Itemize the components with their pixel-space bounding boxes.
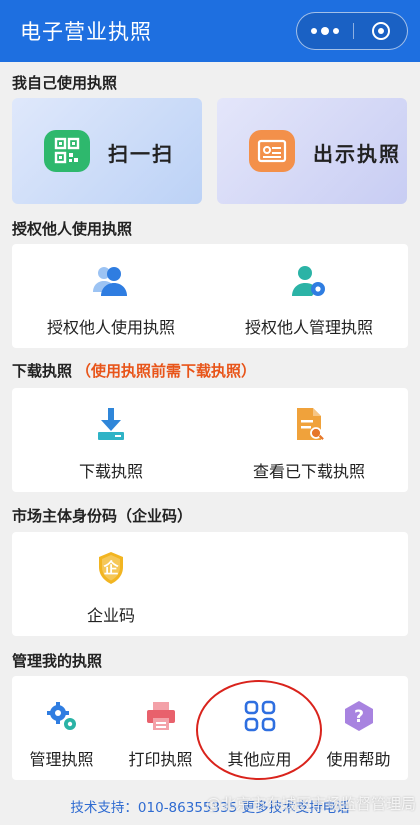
app-header: 电子营业执照	[0, 0, 420, 62]
printer-icon	[144, 700, 178, 736]
enterprise-code-panel: 企 企业码	[12, 532, 408, 636]
more-dot-icon	[321, 27, 329, 35]
users-icon	[92, 264, 130, 302]
svg-text:?: ?	[354, 707, 364, 727]
scan-label: 扫一扫	[108, 142, 174, 166]
section-title-download: 下载执照 （使用执照前需下载执照）	[12, 360, 256, 381]
download-note: （使用执照前需下载执照）	[76, 362, 257, 380]
download-license-button[interactable]: 下载执照	[12, 388, 210, 492]
user-settings-icon	[290, 264, 328, 302]
authorize-panel: 授权他人使用执照 授权他人管理执照	[12, 244, 408, 348]
apps-grid-icon	[243, 700, 277, 736]
download-icon	[95, 406, 127, 446]
other-apps-label: 其他应用	[227, 750, 292, 769]
section-title-self-use: 我自己使用执照	[12, 74, 118, 92]
manage-panel: 管理执照 打印执照 其他应用 ? 使用帮助	[12, 676, 408, 780]
section-title-enterprise-code: 市场主体身份码（企业码）	[12, 507, 193, 525]
help-question-icon: ?	[342, 700, 376, 736]
view-downloaded-label: 查看已下载执照	[252, 462, 365, 481]
authorize-manage-label: 授权他人管理执照	[244, 318, 373, 337]
show-license-card-button[interactable]: 出示执照	[217, 98, 407, 204]
scan-card-button[interactable]: 扫一扫	[12, 98, 202, 204]
page-title: 电子营业执照	[20, 20, 152, 44]
more-dot-icon	[311, 28, 317, 34]
authorize-manage-button[interactable]: 授权他人管理执照	[210, 244, 408, 348]
download-panel: 下载执照 查看已下载执照	[12, 388, 408, 492]
manage-license-button[interactable]: 管理执照	[12, 676, 111, 780]
miniprogram-capsule	[296, 12, 408, 50]
print-license-label: 打印执照	[128, 750, 193, 769]
qrcode-icon	[44, 130, 90, 172]
view-downloaded-button[interactable]: 查看已下载执照	[210, 388, 408, 492]
authorize-use-label: 授权他人使用执照	[46, 318, 175, 337]
authorize-use-button[interactable]: 授权他人使用执照	[12, 244, 210, 348]
other-apps-button[interactable]: 其他应用	[210, 676, 309, 780]
gears-icon	[46, 700, 78, 736]
download-title-text: 下载执照	[12, 362, 73, 380]
more-menu-button[interactable]	[297, 13, 353, 49]
section-title-authorize: 授权他人使用执照	[12, 220, 133, 238]
more-dot-icon	[333, 28, 339, 34]
show-license-label: 出示执照	[313, 142, 401, 166]
section-title-manage: 管理我的执照	[12, 652, 103, 670]
target-close-icon	[372, 22, 390, 40]
document-search-icon	[293, 406, 325, 446]
watermark-text: @北京市东城区市场监督管理局	[206, 795, 417, 813]
print-license-button[interactable]: 打印执照	[111, 676, 210, 780]
enterprise-char: 企	[103, 559, 119, 577]
close-miniprogram-button[interactable]	[354, 13, 408, 49]
help-button[interactable]: ? 使用帮助	[309, 676, 408, 780]
manage-license-label: 管理执照	[29, 750, 94, 769]
license-card-icon	[249, 130, 295, 172]
help-label: 使用帮助	[326, 750, 391, 769]
enterprise-code-button[interactable]: 企 企业码	[12, 532, 210, 636]
enterprise-code-label: 企业码	[86, 606, 135, 625]
shield-icon: 企	[95, 550, 127, 586]
download-license-label: 下载执照	[78, 462, 143, 481]
